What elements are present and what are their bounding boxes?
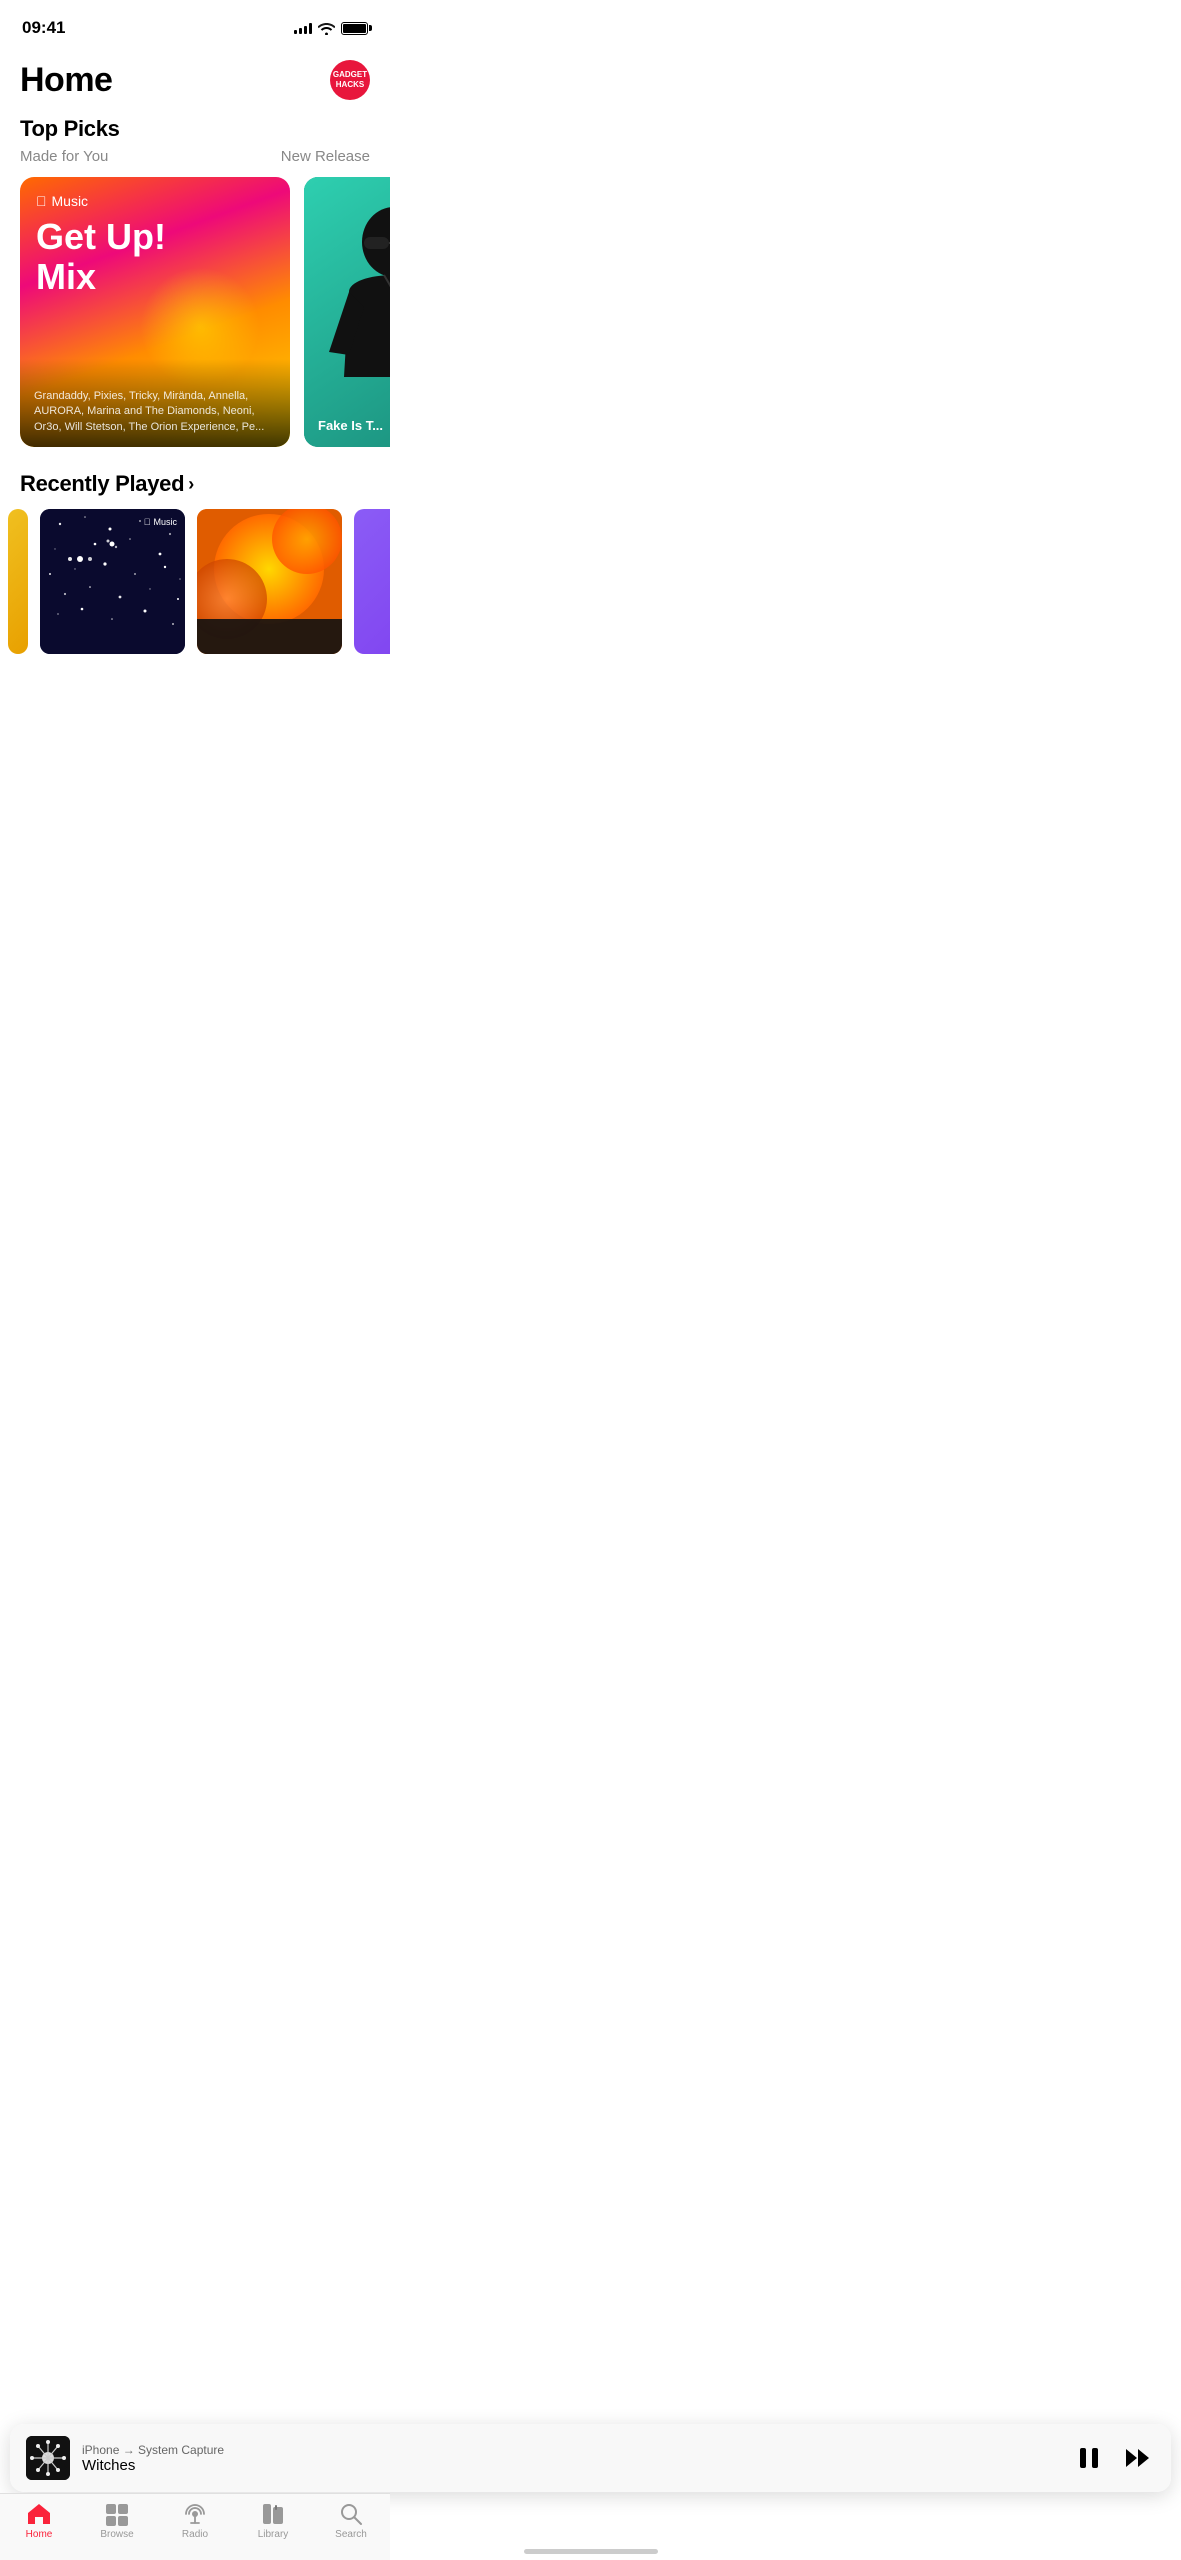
header: Home GADGET HACKS — [0, 50, 390, 116]
top-picks-title: Top Picks — [20, 116, 370, 142]
tab-search[interactable]: Search — [321, 2502, 381, 2540]
top-picks-section: Top Picks — [0, 116, 390, 146]
recent-card-purple[interactable] — [354, 509, 390, 654]
top-picks-carousel[interactable]:  Music Get Up! Mix Grandaddy, Pixies, T… — [0, 177, 390, 447]
tab-home[interactable]: Home — [9, 2502, 69, 2540]
mini-player-artwork — [26, 2436, 70, 2480]
tab-bar: Home Browse Radio Library — [0, 2493, 390, 2560]
wifi-icon — [318, 22, 335, 35]
avatar-label: GADGET HACKS — [333, 70, 367, 89]
browse-icon — [104, 2502, 130, 2526]
artwork-svg — [26, 2436, 70, 2480]
page-title: Home — [20, 61, 112, 100]
artwork-inner — [26, 2436, 70, 2480]
recently-played-header[interactable]: Recently Played › — [0, 471, 390, 509]
recently-played-carousel[interactable]:  Music — [0, 509, 390, 654]
recently-played-title: Recently Played — [20, 471, 184, 497]
new-release-card[interactable]: Fake Is T... — [304, 177, 390, 447]
status-time: 09:41 — [22, 18, 65, 38]
new-release-link[interactable]: New Release — [281, 148, 370, 165]
main-content: Home GADGET HACKS Top Picks Made for You… — [0, 50, 390, 794]
stars-svg — [40, 509, 185, 654]
apple-music-badge:  Music — [144, 517, 177, 527]
tab-search-label: Search — [335, 2529, 367, 2540]
battery-icon — [341, 22, 368, 35]
stars-artwork:  Music — [40, 509, 185, 654]
tab-radio[interactable]: Radio — [165, 2502, 225, 2540]
recent-card-warm[interactable] — [197, 509, 342, 654]
mini-player[interactable]: iPhone → System Capture Witches — [10, 2424, 1171, 2492]
new-release-info: Fake Is T... — [318, 418, 390, 433]
top-picks-subtitle-row: Made for You New Release — [0, 146, 390, 177]
apple-logo-icon:  — [36, 193, 47, 209]
tab-browse-label: Browse — [100, 2529, 133, 2540]
mini-player-route: iPhone → System Capture — [82, 2443, 1063, 2457]
status-icons — [294, 22, 368, 35]
recent-card-stars[interactable]:  Music — [40, 509, 185, 654]
tab-library-label: Library — [258, 2529, 289, 2540]
mini-player-info: iPhone → System Capture Witches — [82, 2443, 1063, 2474]
mini-player-controls[interactable] — [1075, 2442, 1155, 2474]
tab-home-label: Home — [26, 2529, 53, 2540]
forward-icon — [1125, 2447, 1151, 2469]
status-bar: 09:41 — [0, 0, 390, 50]
radio-icon — [182, 2502, 208, 2526]
tab-radio-label: Radio — [182, 2529, 208, 2540]
pause-button[interactable] — [1075, 2442, 1103, 2474]
pause-icon — [1079, 2446, 1099, 2470]
new-release-title: Fake Is T... — [318, 418, 390, 433]
search-icon — [338, 2502, 364, 2526]
apple-music-label: Music — [52, 193, 89, 209]
apple-music-badge-text: Music — [153, 517, 177, 527]
apple-logo-small:  — [144, 517, 151, 527]
chevron-right-icon: › — [188, 474, 194, 495]
warm-artwork-svg — [197, 509, 342, 654]
forward-button[interactable] — [1121, 2443, 1155, 2473]
recently-played-section: Recently Played › — [0, 471, 390, 654]
card-overlay: Grandaddy, Pixies, Tricky, Mirända, Anne… — [20, 359, 290, 447]
made-for-you-label: Made for You — [20, 148, 108, 165]
signal-icon — [294, 22, 312, 34]
home-indicator — [524, 2549, 658, 2554]
mini-player-title: Witches — [82, 2457, 1063, 2474]
person-artwork — [304, 177, 390, 447]
apple-music-branding:  Music — [36, 193, 274, 209]
home-icon — [26, 2502, 52, 2526]
tab-browse[interactable]: Browse — [87, 2502, 147, 2540]
tab-library[interactable]: Library — [243, 2502, 303, 2540]
get-up-mix-card[interactable]:  Music Get Up! Mix Grandaddy, Pixies, T… — [20, 177, 290, 447]
recent-card-partial[interactable] — [8, 509, 28, 654]
card-artists: Grandaddy, Pixies, Tricky, Mirända, Anne… — [34, 389, 276, 435]
library-icon — [260, 2502, 286, 2526]
person-svg — [304, 177, 390, 447]
avatar[interactable]: GADGET HACKS — [330, 60, 370, 100]
